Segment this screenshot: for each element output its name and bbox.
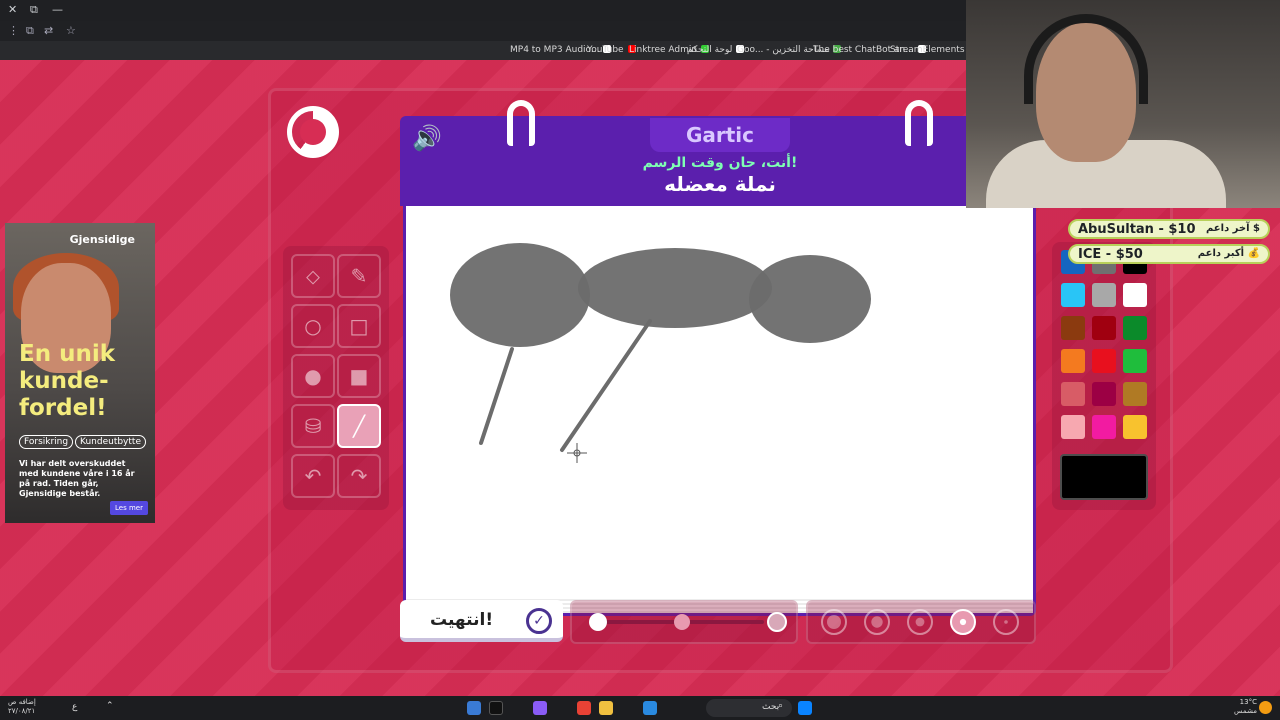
ant-leg bbox=[479, 347, 514, 445]
color-swatch[interactable] bbox=[1061, 415, 1085, 439]
weather-widget[interactable]: 13°C مشمس bbox=[1234, 698, 1257, 716]
binder-ring-icon bbox=[507, 100, 535, 146]
color-swatch[interactable] bbox=[1061, 283, 1085, 307]
ant-body-segment bbox=[749, 255, 871, 343]
gartic-logo: Gartic bbox=[650, 118, 790, 152]
brush-size-selector bbox=[806, 600, 1036, 644]
brush-size-option[interactable] bbox=[907, 609, 933, 635]
color-swatch[interactable] bbox=[1092, 415, 1116, 439]
square-fill-icon[interactable]: ■ bbox=[337, 354, 381, 398]
circle-outline-icon[interactable]: ○ bbox=[291, 304, 335, 348]
crosshair-cursor-icon bbox=[567, 443, 587, 463]
binder-ring-icon bbox=[905, 100, 933, 146]
opacity-max-knob bbox=[767, 612, 787, 632]
ad-headline: En unik kunde-fordel! bbox=[19, 341, 116, 421]
redo-icon[interactable]: ↷ bbox=[337, 454, 381, 498]
steam-icon[interactable] bbox=[467, 701, 481, 715]
tool-panel: ⬦ ✎ ○ □ ● ■ ⛁ ╱ ↶ ↷ bbox=[283, 246, 389, 510]
opacity-slider[interactable] bbox=[570, 600, 798, 644]
last-donor-value: AbuSultan - $10 bbox=[1078, 222, 1196, 237]
sun-icon bbox=[1259, 701, 1272, 714]
last-donor-label: آخر داعم $ bbox=[1205, 223, 1260, 234]
brush-size-option[interactable] bbox=[993, 609, 1019, 635]
timer-icon bbox=[287, 106, 339, 158]
color-swatch[interactable] bbox=[1123, 283, 1147, 307]
top-donor-badge: ICE - $50 أكبر داعم 💰 bbox=[1068, 244, 1270, 264]
menu-icon[interactable]: ⋮ bbox=[8, 24, 19, 37]
share-icon[interactable]: ⇄ bbox=[44, 24, 53, 37]
ant-body-segment bbox=[578, 248, 772, 328]
ad-cta-button[interactable]: Les mer bbox=[110, 501, 148, 515]
headset-icon bbox=[1024, 14, 1148, 104]
tiktok-icon[interactable] bbox=[489, 701, 503, 715]
brush-size-svg bbox=[821, 609, 1019, 635]
ant-body-segment bbox=[450, 243, 590, 347]
last-donor-badge: AbuSultan - $10 آخر داعم $ bbox=[1068, 219, 1270, 239]
opacity-handle[interactable] bbox=[674, 614, 690, 630]
pencil-icon[interactable]: ✎ bbox=[337, 254, 381, 298]
color-swatch[interactable] bbox=[1123, 382, 1147, 406]
done-label: انتهيت! bbox=[430, 610, 494, 630]
color-swatch[interactable] bbox=[1123, 316, 1147, 340]
ad-body: Vi har delt overskuddet med kundene våre… bbox=[19, 459, 135, 498]
brush-size-option[interactable] bbox=[821, 609, 847, 635]
chrome-icon[interactable] bbox=[577, 701, 591, 715]
opacity-min-knob bbox=[589, 613, 607, 631]
drawing-canvas[interactable] bbox=[403, 206, 1036, 616]
edge-icon[interactable] bbox=[643, 701, 657, 715]
top-donor-value: ICE - $50 bbox=[1078, 247, 1143, 262]
current-color-swatch bbox=[1060, 454, 1148, 500]
color-swatch[interactable] bbox=[1061, 382, 1085, 406]
eraser-icon[interactable]: ⬦ bbox=[291, 254, 335, 298]
ant-leg bbox=[560, 319, 652, 452]
close-icon[interactable]: ✕ bbox=[8, 3, 17, 16]
circle-fill-icon[interactable]: ● bbox=[291, 354, 335, 398]
ad-pill: Forsikring bbox=[19, 435, 74, 449]
color-swatch[interactable] bbox=[1092, 349, 1116, 373]
bookmark-dashboard[interactable]: لوحة التحكم bbox=[687, 45, 745, 55]
language-indicator[interactable]: ع bbox=[72, 702, 77, 712]
top-donor-label: أكبر داعم 💰 bbox=[1197, 248, 1260, 259]
check-icon: ✓ bbox=[526, 608, 552, 634]
undo-icon[interactable]: ↶ bbox=[291, 454, 335, 498]
brush-size-option[interactable] bbox=[864, 609, 890, 635]
color-swatch[interactable] bbox=[1123, 415, 1147, 439]
ad-pill: Kundeutbytte bbox=[75, 435, 146, 449]
search-label: بحث bbox=[762, 702, 780, 712]
line-icon[interactable]: ╱ bbox=[337, 404, 381, 448]
taskbar: إضافه ص ٢٧/٠٨/٢١ ع ⌃ بحث ⌕ 13°C مشمس bbox=[0, 696, 1280, 720]
ad-brand: Gjensidige bbox=[69, 233, 135, 246]
done-button[interactable]: انتهيت! ✓ bbox=[400, 600, 563, 642]
color-swatch[interactable] bbox=[1123, 349, 1147, 373]
square-outline-icon[interactable]: □ bbox=[337, 304, 381, 348]
drawing-svg bbox=[450, 243, 871, 463]
search-icon: ⌕ bbox=[778, 701, 784, 711]
color-swatch[interactable] bbox=[1092, 382, 1116, 406]
file-explorer-icon[interactable] bbox=[599, 701, 613, 715]
opacity-slider-svg bbox=[589, 612, 787, 632]
webcam-overlay bbox=[966, 0, 1280, 208]
restore-icon[interactable]: ⧉ bbox=[30, 3, 38, 17]
brush-size-option[interactable] bbox=[950, 609, 976, 635]
minimize-icon[interactable]: — bbox=[52, 3, 63, 16]
clock-date: إضافه ص ٢٧/٠٨/٢١ bbox=[8, 698, 36, 715]
taskbar-search[interactable]: بحث ⌕ bbox=[706, 699, 792, 717]
advertisement[interactable]: Gjensidige En unik kunde-fordel! Forsikr… bbox=[5, 223, 155, 523]
draw-prompt: أنت، حان وقت الرسم! bbox=[642, 155, 798, 171]
color-swatch[interactable] bbox=[1092, 316, 1116, 340]
color-swatch[interactable] bbox=[1092, 283, 1116, 307]
word-to-draw: نملة معضله bbox=[664, 172, 776, 196]
app-icon[interactable] bbox=[533, 701, 547, 715]
color-swatch[interactable] bbox=[1061, 316, 1085, 340]
bookmark-star-icon[interactable]: ☆ bbox=[66, 24, 76, 37]
color-swatch[interactable] bbox=[1061, 349, 1085, 373]
windows-start-icon[interactable] bbox=[798, 701, 812, 715]
fill-bucket-icon[interactable]: ⛁ bbox=[291, 404, 335, 448]
extensions-icon[interactable]: ⧉ bbox=[26, 24, 34, 38]
speaker-icon[interactable]: 🔊 bbox=[412, 124, 442, 152]
tray-chevron-icon[interactable]: ⌃ bbox=[106, 701, 114, 711]
